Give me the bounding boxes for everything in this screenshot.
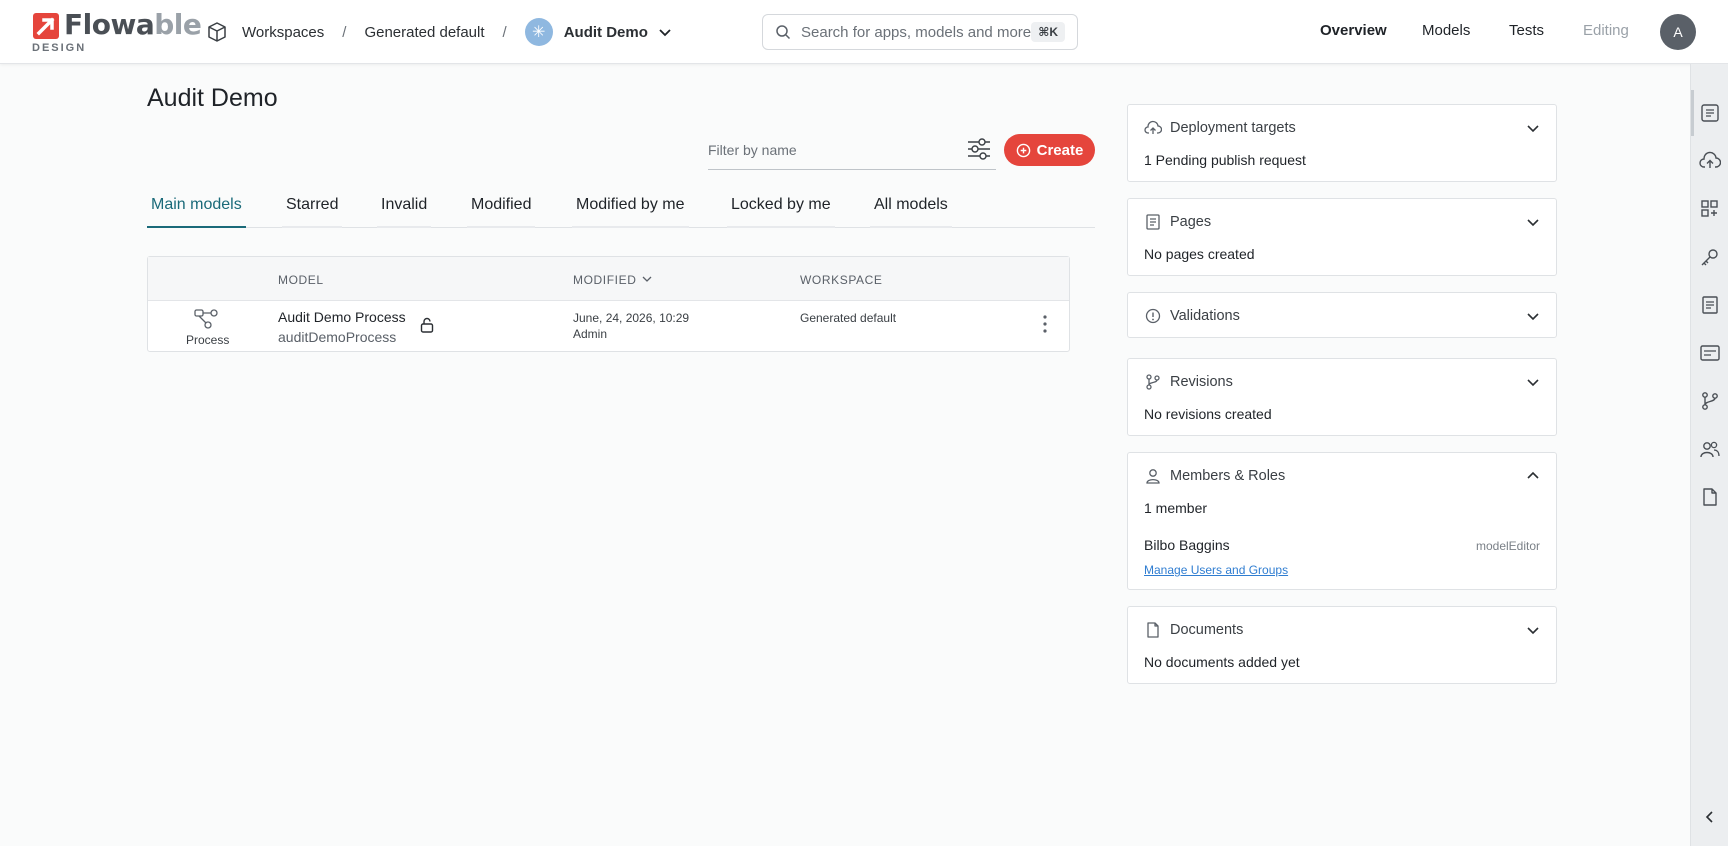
modified-date: June, 24, 2026, 10:29 (573, 311, 690, 325)
model-name[interactable]: Audit Demo Process (278, 309, 406, 325)
chevron-down-icon[interactable] (1526, 121, 1540, 135)
tab-invalid[interactable]: Invalid (377, 196, 432, 228)
panel-title[interactable]: Pages (1170, 214, 1211, 230)
filter-placeholder: Filter by name (708, 142, 797, 158)
breadcrumb: Workspaces / Generated default / ✳ Audit… (206, 16, 672, 48)
sort-down-icon (643, 276, 652, 282)
workspace-cell: Generated default (800, 311, 897, 325)
header-modified[interactable]: MODIFIED (573, 273, 652, 287)
more-options-icon[interactable] (1037, 313, 1053, 335)
models-table: MODEL MODIFIED WORKSPACE Process Audit D… (147, 256, 1070, 352)
app-badge-icon: ✳ (524, 18, 553, 46)
breadcrumb-app[interactable]: Audit Demo (564, 24, 648, 41)
branch-icon (1146, 374, 1160, 390)
chevron-down-icon[interactable] (1526, 215, 1540, 229)
nav-models[interactable]: Models (1422, 22, 1470, 39)
right-rail (1690, 64, 1728, 846)
search-input[interactable]: Search for apps, models and more (801, 24, 1031, 41)
chevron-left-icon[interactable] (1703, 810, 1717, 824)
page-title: Audit Demo (147, 84, 278, 112)
breadcrumb-separator: / (502, 23, 507, 41)
deployment-targets-panel: Deployment targets 1 Pending publish req… (1127, 104, 1557, 182)
chevron-down-icon[interactable] (1526, 375, 1540, 389)
logo-subtitle: DESIGN (32, 42, 87, 54)
header-workspace[interactable]: WORKSPACE (800, 273, 883, 287)
forms-icon[interactable] (1699, 342, 1721, 364)
tab-locked-by-me[interactable]: Locked by me (727, 196, 835, 228)
process-icon (194, 309, 218, 329)
modified-by: Admin (573, 327, 608, 341)
document-icon (1147, 622, 1159, 638)
plus-circle-icon (1016, 143, 1030, 157)
panel-title[interactable]: Revisions (1170, 374, 1233, 390)
model-type-label: Process (186, 333, 230, 347)
branch-icon[interactable] (1699, 390, 1721, 412)
cloud-upload-icon (1144, 120, 1162, 134)
chevron-down-icon[interactable] (1526, 309, 1540, 323)
create-button[interactable]: Create (1004, 134, 1095, 166)
deployment-status[interactable]: 1 Pending publish request (1144, 152, 1306, 168)
pages-status: No pages created (1144, 246, 1255, 262)
chevron-down-icon[interactable] (1526, 623, 1540, 637)
panel-title[interactable]: Members & Roles (1170, 468, 1285, 484)
nav-overview[interactable]: Overview (1320, 22, 1387, 39)
tab-modified[interactable]: Modified (467, 196, 536, 228)
table-header: MODEL MODIFIED WORKSPACE (148, 257, 1069, 301)
info-circle-icon (1145, 308, 1161, 324)
cube-icon (208, 22, 226, 42)
flowable-logo[interactable]: Flowable DESIGN (32, 8, 202, 56)
chevron-up-icon[interactable] (1526, 469, 1540, 483)
chevron-down-icon[interactable] (658, 25, 672, 39)
tab-all-models[interactable]: All models (870, 196, 952, 228)
nav-tests[interactable]: Tests (1509, 22, 1544, 39)
header-model[interactable]: MODEL (278, 273, 324, 287)
global-search[interactable]: Search for apps, models and more ⌘K (762, 14, 1078, 50)
filter-input[interactable]: Filter by name (708, 136, 996, 170)
nav-editing[interactable]: Editing (1583, 22, 1629, 39)
panel-title[interactable]: Documents (1170, 622, 1243, 638)
key-icon[interactable] (1699, 246, 1721, 268)
member-count: 1 member (1144, 500, 1208, 516)
member-role: modelEditor (1475, 539, 1540, 553)
filter-settings-icon[interactable] (966, 136, 992, 162)
breadcrumb-workspace[interactable]: Generated default (364, 24, 484, 41)
model-key: auditDemoProcess (278, 329, 397, 345)
documents-panel: Documents No documents added yet (1127, 606, 1557, 684)
user-icon (1146, 469, 1160, 484)
panel-title[interactable]: Validations (1170, 308, 1240, 324)
model-tabs: Main models Starred Invalid Modified Mod… (147, 190, 1095, 228)
members-roles-panel: Members & Roles 1 member Bilbo Baggins m… (1127, 452, 1557, 590)
search-shortcut: ⌘K (1031, 22, 1065, 42)
revisions-panel: Revisions No revisions created (1127, 358, 1557, 436)
cloud-upload-icon[interactable] (1699, 150, 1721, 172)
user-avatar[interactable]: A (1660, 14, 1696, 50)
tab-modified-by-me[interactable]: Modified by me (572, 196, 689, 228)
manage-users-link[interactable]: Manage Users and Groups (1144, 563, 1288, 577)
apps-icon[interactable] (1699, 198, 1721, 220)
revisions-status: No revisions created (1144, 406, 1272, 422)
top-bar: Flowable DESIGN Workspaces / Generated d… (0, 0, 1728, 64)
breadcrumb-separator: / (342, 23, 347, 41)
flowable-logo-icon (33, 13, 59, 39)
rail-active-indicator (1691, 90, 1694, 136)
pages-panel: Pages No pages created (1127, 198, 1557, 276)
unlock-icon[interactable] (420, 317, 434, 333)
users-icon[interactable] (1699, 438, 1721, 460)
create-button-label: Create (1036, 141, 1084, 159)
validations-panel: Validations (1127, 292, 1557, 338)
logo-wordmark: Flowable (64, 8, 202, 41)
overview-icon[interactable] (1699, 102, 1721, 124)
pages-icon[interactable] (1699, 294, 1721, 316)
pages-icon (1146, 214, 1160, 230)
panel-title[interactable]: Deployment targets (1170, 120, 1296, 136)
breadcrumb-workspaces[interactable]: Workspaces (242, 24, 324, 41)
tab-main-models[interactable]: Main models (147, 196, 246, 228)
table-row[interactable]: Process Audit Demo Process auditDemoProc… (148, 301, 1069, 353)
search-icon (776, 25, 791, 40)
member-name: Bilbo Baggins (1144, 537, 1230, 553)
tab-starred[interactable]: Starred (282, 196, 343, 228)
document-icon[interactable] (1699, 486, 1721, 508)
documents-status: No documents added yet (1144, 654, 1300, 670)
